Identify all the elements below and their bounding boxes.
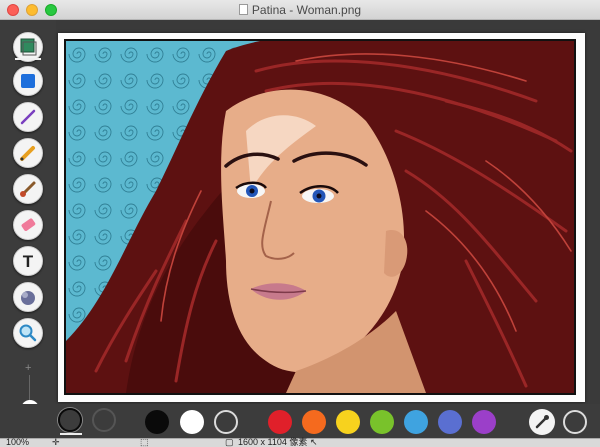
- zoom-tool[interactable]: [13, 318, 43, 348]
- selected-tool-indicator: [15, 58, 41, 60]
- title-bar: Patina - Woman.png: [0, 0, 600, 20]
- zoom-icon: [19, 324, 37, 342]
- swatch-white[interactable]: [180, 410, 204, 434]
- canvas-size-icon: ▢: [225, 437, 234, 447]
- swatch-none[interactable]: [214, 410, 238, 434]
- brush-tool[interactable]: [13, 174, 43, 204]
- text-tool[interactable]: T: [13, 246, 43, 276]
- layers-icon: [20, 38, 37, 56]
- brush-icon: [20, 181, 36, 197]
- fill-icon: [21, 291, 35, 305]
- selected-stroke-indicator: [60, 433, 82, 435]
- pencil-icon: [20, 146, 35, 161]
- canvas-area: [56, 20, 600, 404]
- swatch-black[interactable]: [145, 410, 169, 434]
- line-icon: [20, 109, 36, 125]
- zoom-in-label[interactable]: +: [25, 362, 31, 374]
- artwork-canvas[interactable]: [64, 39, 576, 395]
- rectangle-tool[interactable]: [13, 66, 43, 96]
- fill-tool[interactable]: [13, 282, 43, 312]
- swatch-yellow[interactable]: [336, 410, 360, 434]
- custom-color-empty[interactable]: [563, 410, 587, 434]
- swatch-purple[interactable]: [472, 410, 496, 434]
- swatch-indigo[interactable]: [438, 410, 462, 434]
- eraser-tool[interactable]: [13, 210, 43, 240]
- swatch-orange[interactable]: [302, 410, 326, 434]
- tool-column: T + −: [0, 20, 56, 432]
- swatch-red[interactable]: [268, 410, 292, 434]
- canvas-dimensions: 1600 x 1104 像素: [238, 437, 308, 447]
- zoom-level[interactable]: 100%: [6, 437, 29, 447]
- swatch-blue[interactable]: [404, 410, 428, 434]
- portrait-artwork: [66, 41, 574, 393]
- move-icon: ✛: [52, 437, 60, 447]
- canvas-frame: [58, 33, 585, 402]
- text-icon: T: [23, 252, 34, 271]
- window-title: Patina - Woman.png: [0, 3, 600, 17]
- eraser-icon: [21, 218, 36, 231]
- fill-color-empty[interactable]: [92, 408, 116, 432]
- pencil-tool[interactable]: [13, 138, 43, 168]
- app-window: Patina - Woman.png T + 100% ✛ ⬚ ▢ 1600 x…: [0, 0, 600, 447]
- document-icon: [238, 4, 248, 15]
- swatch-green[interactable]: [370, 410, 394, 434]
- status-bar: 100% ✛ ⬚ ▢ 1600 x 1104 像素 ↖: [0, 437, 600, 447]
- rectangle-icon: [21, 74, 35, 88]
- stroke-color-selected[interactable]: [58, 408, 82, 432]
- eyedropper-button[interactable]: [529, 409, 555, 435]
- line-tool[interactable]: [13, 102, 43, 132]
- color-palette: [0, 404, 600, 438]
- cursor-icon: ↖: [310, 437, 318, 447]
- eyedropper-icon: [535, 415, 549, 429]
- svg-text:T: T: [23, 252, 34, 271]
- selection-icon: ⬚: [140, 437, 149, 447]
